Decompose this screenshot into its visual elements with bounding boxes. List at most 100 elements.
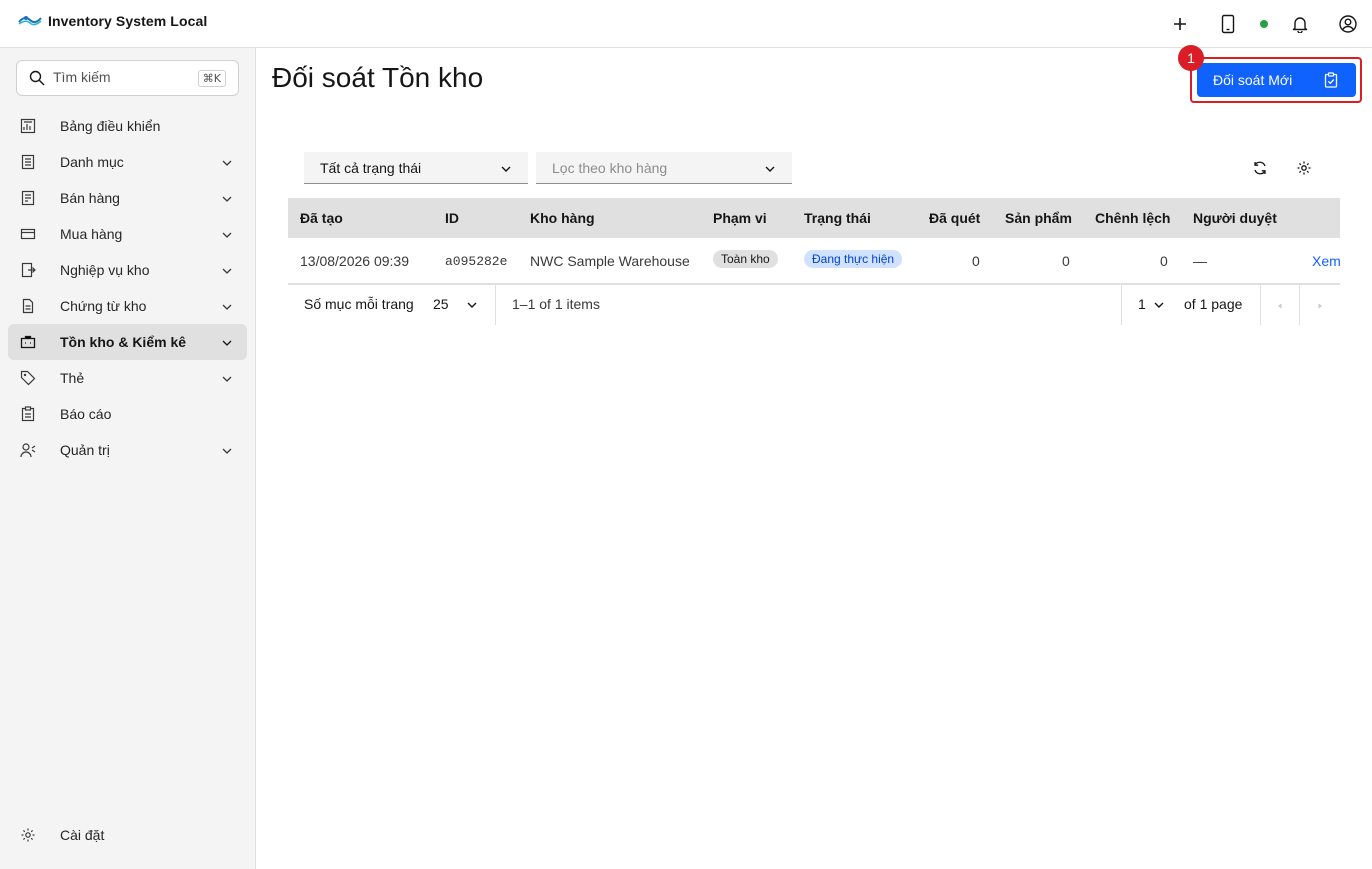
sidebar-item-label: Cài đặt: [60, 827, 105, 843]
sidebar-item-label: Mua hàng: [60, 226, 123, 242]
status-indicator: [1260, 20, 1268, 28]
clipboard-check-icon: [1324, 72, 1338, 91]
logo-icon: [18, 12, 42, 30]
column-header[interactable]: Trạng thái: [804, 210, 871, 226]
chevron-down-icon: [764, 162, 776, 178]
items-per-page-label: Số mục mỗi trang: [304, 296, 414, 312]
sidebar-item-label: Bảng điều khiển: [60, 118, 161, 134]
divider: [495, 285, 496, 325]
sidebar-item-settings[interactable]: Cài đặt: [8, 817, 247, 853]
catalog-icon: [20, 154, 36, 170]
tablet-icon[interactable]: [1216, 12, 1240, 36]
caret-left-icon: [1276, 297, 1284, 313]
document-icon: [20, 298, 36, 314]
column-header[interactable]: Kho hàng: [530, 210, 595, 226]
table-header: Đã tạo ID Kho hàng Phạm vi Trạng thái Đã…: [288, 198, 1340, 238]
sidebar-item-label: Chứng từ kho: [60, 298, 147, 314]
sidebar: ⌘K Bảng điều khiển Danh mục Bán hàng: [0, 48, 256, 869]
new-reconciliation-button[interactable]: Đối soát Mới: [1197, 63, 1356, 97]
chevron-down-icon: [221, 228, 233, 244]
column-header[interactable]: Sản phẩm: [1005, 210, 1072, 226]
annotation-badge: 1: [1178, 45, 1204, 71]
sidebar-item-purchase[interactable]: Mua hàng: [8, 216, 247, 252]
sidebar-item-inventory[interactable]: Tồn kho & Kiểm kê: [8, 324, 247, 360]
gear-icon: [20, 827, 36, 843]
caret-right-icon: [1316, 297, 1324, 313]
view-link[interactable]: Xem: [1312, 253, 1341, 269]
status-filter-select[interactable]: Tất cả trạng thái: [304, 152, 528, 184]
chevron-down-icon: [221, 300, 233, 316]
page-size-value: 25: [433, 296, 449, 312]
tag-icon: [20, 370, 36, 386]
notification-icon[interactable]: [1288, 12, 1312, 36]
search-box[interactable]: ⌘K: [16, 60, 239, 96]
search-input[interactable]: [53, 69, 193, 85]
scanned-cell: 0: [972, 253, 980, 269]
new-reconciliation-label: Đối soát Mới: [1213, 72, 1293, 88]
status-badge: Đang thực hiện: [804, 250, 903, 268]
products-cell: 0: [1062, 253, 1070, 269]
total-pages-text: of 1 page: [1184, 296, 1243, 312]
column-header[interactable]: ID: [445, 210, 459, 226]
scope-tag: Toàn kho: [713, 250, 778, 268]
page-size-select[interactable]: 25: [424, 285, 494, 325]
sidebar-item-label: Bán hàng: [60, 190, 120, 206]
sales-icon: [20, 190, 36, 206]
approver-cell: —: [1193, 253, 1207, 269]
search-icon: [29, 70, 45, 89]
sidebar-item-label: Nghiệp vụ kho: [60, 262, 150, 278]
app-title: Inventory System Local: [48, 13, 208, 29]
top-header: Inventory System Local: [0, 0, 1372, 48]
dashboard-icon: [20, 118, 36, 134]
column-header[interactable]: Chênh lệch: [1095, 210, 1170, 226]
sidebar-item-tags[interactable]: Thẻ: [8, 360, 247, 396]
sidebar-item-admin[interactable]: Quản trị: [8, 432, 247, 468]
chevron-down-icon: [466, 298, 478, 314]
warehouse-cell: NWC Sample Warehouse: [530, 253, 690, 269]
chevron-down-icon: [221, 192, 233, 208]
sidebar-item-documents[interactable]: Chứng từ kho: [8, 288, 247, 324]
user-avatar-icon[interactable]: [1336, 12, 1360, 36]
current-page-value: 1: [1138, 296, 1146, 312]
chevron-down-icon: [221, 264, 233, 280]
refresh-icon[interactable]: [1248, 156, 1272, 180]
chevron-down-icon: [1153, 298, 1165, 314]
sidebar-item-label: Thẻ: [60, 370, 85, 386]
created-cell: 13/08/2026 09:39: [300, 253, 409, 269]
admin-icon: [20, 442, 36, 458]
chevron-down-icon: [221, 372, 233, 388]
column-header[interactable]: Phạm vi: [713, 210, 767, 226]
sidebar-item-sales[interactable]: Bán hàng: [8, 180, 247, 216]
gear-icon[interactable]: [1292, 156, 1316, 180]
sidebar-item-reports[interactable]: Báo cáo: [8, 396, 247, 432]
search-shortcut: ⌘K: [197, 70, 226, 87]
column-header[interactable]: Đã tạo: [300, 210, 343, 226]
sidebar-nav: Bảng điều khiển Danh mục Bán hàng Mua hà…: [8, 108, 247, 468]
next-page-button[interactable]: [1300, 285, 1340, 325]
chevron-down-icon: [221, 156, 233, 172]
sidebar-item-label: Tồn kho & Kiểm kê: [60, 334, 187, 350]
column-header[interactable]: Đã quét: [929, 210, 980, 226]
report-icon: [20, 406, 36, 422]
sidebar-item-dashboard[interactable]: Bảng điều khiển: [8, 108, 247, 144]
warehouse-filter-select[interactable]: Lọc theo kho hàng: [536, 152, 792, 184]
inventory-icon: [20, 334, 36, 350]
id-cell: a095282e: [445, 254, 508, 269]
sidebar-item-label: Báo cáo: [60, 406, 112, 422]
warehouse-ops-icon: [20, 262, 36, 278]
chevron-down-icon: [221, 336, 233, 352]
reconciliation-table: Đã tạo ID Kho hàng Phạm vi Trạng thái Đã…: [288, 198, 1341, 284]
sidebar-item-label: Quản trị: [60, 442, 110, 458]
chevron-down-icon: [500, 162, 512, 178]
table-row[interactable]: 13/08/2026 09:39 a095282e NWC Sample War…: [288, 238, 1341, 284]
variance-cell: 0: [1160, 253, 1168, 269]
sidebar-item-warehouse-ops[interactable]: Nghiệp vụ kho: [8, 252, 247, 288]
purchase-icon: [20, 226, 36, 242]
add-icon[interactable]: [1168, 12, 1192, 36]
prev-page-button[interactable]: [1261, 285, 1299, 325]
page-select[interactable]: 1: [1122, 285, 1172, 325]
column-header[interactable]: Người duyệt: [1193, 210, 1277, 226]
brand[interactable]: Inventory System Local: [18, 12, 207, 30]
sidebar-item-catalog[interactable]: Danh mục: [8, 144, 247, 180]
status-filter-value: Tất cả trạng thái: [320, 160, 422, 176]
